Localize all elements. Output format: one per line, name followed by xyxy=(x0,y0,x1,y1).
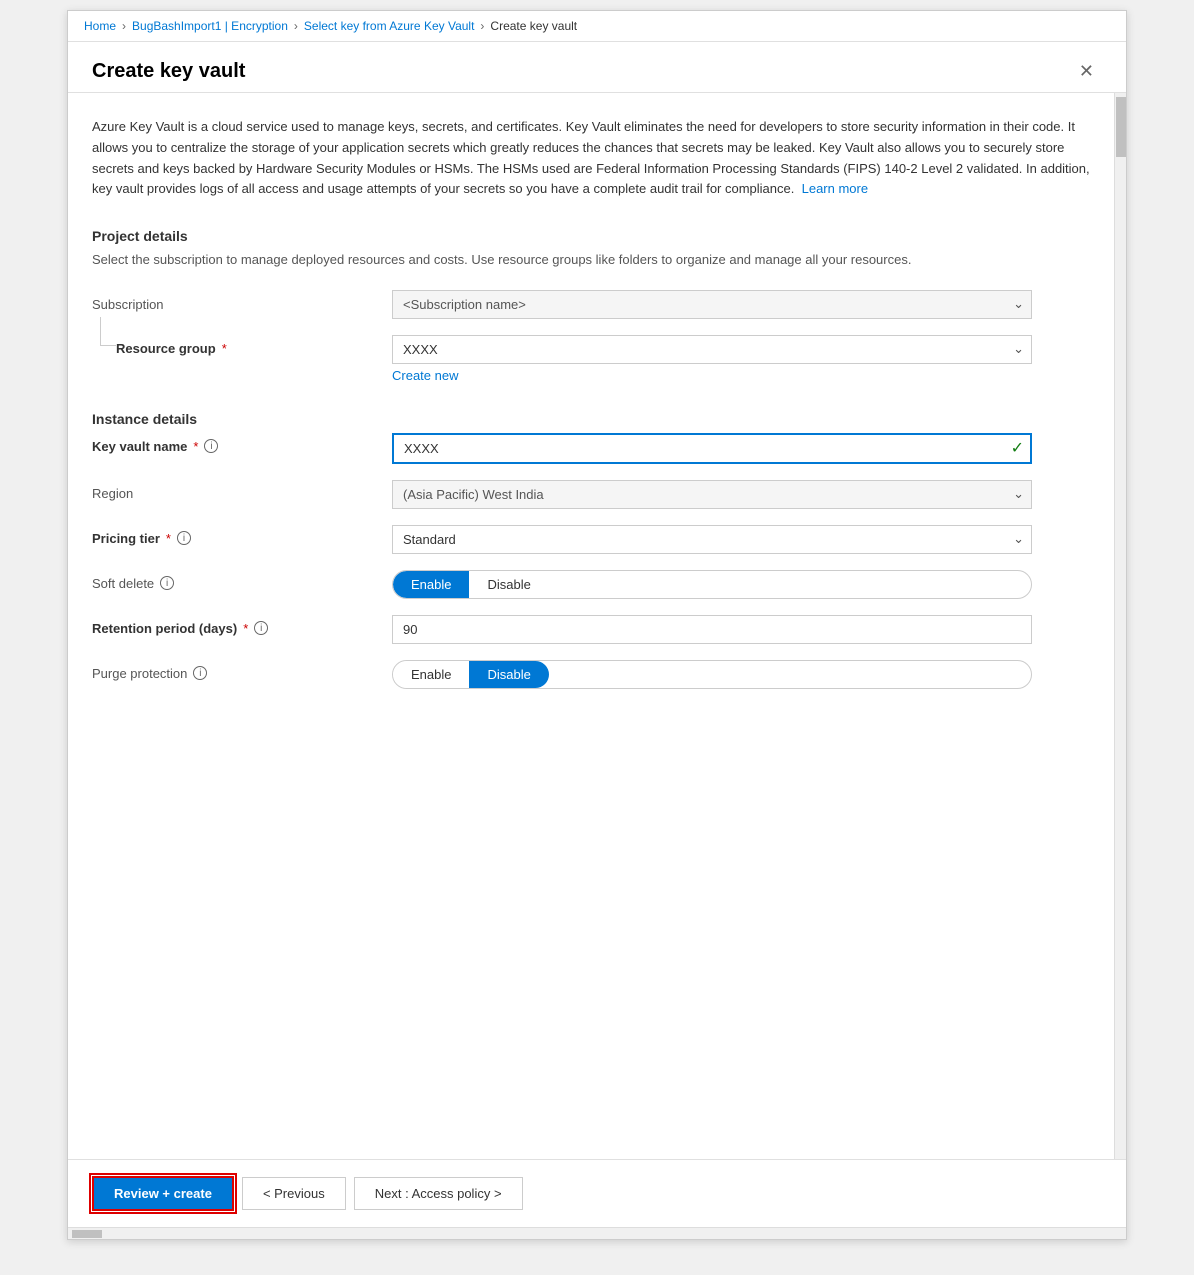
subscription-row: Subscription <Subscription name> ⌄ xyxy=(92,290,1090,319)
key-vault-name-input[interactable] xyxy=(392,433,1032,464)
breadcrumb-sep-3: › xyxy=(480,19,484,33)
pricing-tier-select[interactable]: Standard xyxy=(392,525,1032,554)
soft-delete-info-icon[interactable]: i xyxy=(160,576,174,590)
region-label: Region xyxy=(92,486,133,501)
region-select-wrapper: (Asia Pacific) West India ⌄ xyxy=(392,480,1032,509)
create-key-vault-window: Home › BugBashImport1 | Encryption › Sel… xyxy=(67,10,1127,1240)
purge-protection-control: Enable Disable xyxy=(392,660,1032,689)
resource-group-required: * xyxy=(222,341,227,356)
previous-button[interactable]: < Previous xyxy=(242,1177,346,1210)
create-new-link[interactable]: Create new xyxy=(392,368,458,383)
soft-delete-control: Enable Disable xyxy=(392,570,1032,599)
soft-delete-row: Soft delete i Enable Disable xyxy=(92,570,1090,599)
soft-delete-label: Soft delete xyxy=(92,576,154,591)
region-row: Region (Asia Pacific) West India ⌄ xyxy=(92,480,1090,509)
purge-protection-row: Purge protection i Enable Disable xyxy=(92,660,1090,689)
region-select[interactable]: (Asia Pacific) West India xyxy=(392,480,1032,509)
retention-info-icon[interactable]: i xyxy=(254,621,268,635)
subscription-label: Subscription xyxy=(92,297,392,312)
purge-protection-label: Purge protection xyxy=(92,666,187,681)
pricing-tier-label-container: Pricing tier * i xyxy=(92,525,392,546)
vertical-scrollbar[interactable] xyxy=(1114,93,1126,1159)
resource-group-select-wrapper: XXXX ⌄ xyxy=(392,335,1032,364)
key-vault-name-label: Key vault name xyxy=(92,439,187,454)
key-vault-name-info-icon[interactable]: i xyxy=(204,439,218,453)
resource-group-label: Resource group xyxy=(116,341,216,356)
breadcrumb-current: Create key vault xyxy=(490,19,577,33)
horizontal-scrollbar[interactable] xyxy=(68,1227,1126,1239)
instance-details-section: Instance details Key vault name * i ✓ xyxy=(92,411,1090,689)
breadcrumb-sep-1: › xyxy=(122,19,126,33)
breadcrumb-encryption[interactable]: BugBashImport1 | Encryption xyxy=(132,19,288,33)
key-vault-name-control: ✓ xyxy=(392,433,1032,464)
retention-period-label: Retention period (days) xyxy=(92,621,237,636)
retention-period-input[interactable] xyxy=(392,615,1032,644)
project-details-desc: Select the subscription to manage deploy… xyxy=(92,250,1090,270)
indent-line-h xyxy=(100,345,116,346)
purge-disable-button[interactable]: Disable xyxy=(469,661,548,688)
resource-group-control: XXXX ⌄ Create new xyxy=(392,335,1032,383)
retention-period-row: Retention period (days) * i xyxy=(92,615,1090,644)
close-button[interactable]: ✕ xyxy=(1071,58,1102,84)
retention-period-control xyxy=(392,615,1032,644)
pricing-tier-label: Pricing tier xyxy=(92,531,160,546)
resource-group-row: Resource group * XXXX ⌄ Create new xyxy=(92,335,1090,383)
key-vault-name-input-wrapper: ✓ xyxy=(392,433,1032,464)
pricing-tier-select-wrapper: Standard ⌄ xyxy=(392,525,1032,554)
project-details-title: Project details xyxy=(92,228,1090,244)
pricing-tier-control: Standard ⌄ xyxy=(392,525,1032,554)
pricing-tier-required: * xyxy=(166,531,171,546)
purge-enable-button[interactable]: Enable xyxy=(393,661,469,688)
scrollable-area: Azure Key Vault is a cloud service used … xyxy=(68,93,1126,1159)
page-header: Create key vault ✕ xyxy=(68,42,1126,93)
breadcrumb-sep-2: › xyxy=(294,19,298,33)
footer: Review + create < Previous Next : Access… xyxy=(68,1159,1126,1227)
purge-protection-info-icon[interactable]: i xyxy=(193,666,207,680)
review-create-button[interactable]: Review + create xyxy=(92,1176,234,1211)
soft-delete-disable-button[interactable]: Disable xyxy=(469,571,548,598)
key-vault-name-check-icon: ✓ xyxy=(1011,438,1024,458)
pricing-tier-row: Pricing tier * i Standard ⌄ xyxy=(92,525,1090,554)
subscription-control: <Subscription name> ⌄ xyxy=(392,290,1032,319)
key-vault-name-required: * xyxy=(193,439,198,454)
breadcrumb-home[interactable]: Home xyxy=(84,19,116,33)
project-details-section: Project details Select the subscription … xyxy=(92,228,1090,383)
subscription-select[interactable]: <Subscription name> xyxy=(392,290,1032,319)
page-title: Create key vault xyxy=(92,60,245,83)
breadcrumb-select-key[interactable]: Select key from Azure Key Vault xyxy=(304,19,475,33)
scrollbar-thumb[interactable] xyxy=(1116,97,1126,157)
resource-group-label-container: Resource group * xyxy=(92,335,392,356)
horizontal-scrollbar-thumb[interactable] xyxy=(72,1230,102,1238)
region-control: (Asia Pacific) West India ⌄ xyxy=(392,480,1032,509)
resource-group-select[interactable]: XXXX xyxy=(392,335,1032,364)
next-access-policy-button[interactable]: Next : Access policy > xyxy=(354,1177,523,1210)
soft-delete-toggle: Enable Disable xyxy=(392,570,1032,599)
key-vault-name-label-container: Key vault name * i xyxy=(92,433,392,454)
main-content: Azure Key Vault is a cloud service used … xyxy=(68,93,1114,1159)
subscription-select-wrapper: <Subscription name> ⌄ xyxy=(392,290,1032,319)
purge-protection-toggle: Enable Disable xyxy=(392,660,1032,689)
breadcrumb: Home › BugBashImport1 | Encryption › Sel… xyxy=(68,11,1126,42)
description-text: Azure Key Vault is a cloud service used … xyxy=(92,117,1090,200)
key-vault-name-row: Key vault name * i ✓ xyxy=(92,433,1090,464)
soft-delete-label-container: Soft delete i xyxy=(92,570,392,591)
retention-period-label-container: Retention period (days) * i xyxy=(92,615,392,636)
indent-line-v xyxy=(100,317,101,346)
instance-details-title: Instance details xyxy=(92,411,1090,427)
region-label-container: Region xyxy=(92,480,392,501)
soft-delete-enable-button[interactable]: Enable xyxy=(393,571,469,598)
pricing-tier-info-icon[interactable]: i xyxy=(177,531,191,545)
retention-required: * xyxy=(243,621,248,636)
purge-protection-label-container: Purge protection i xyxy=(92,660,392,681)
learn-more-link[interactable]: Learn more xyxy=(802,181,868,196)
